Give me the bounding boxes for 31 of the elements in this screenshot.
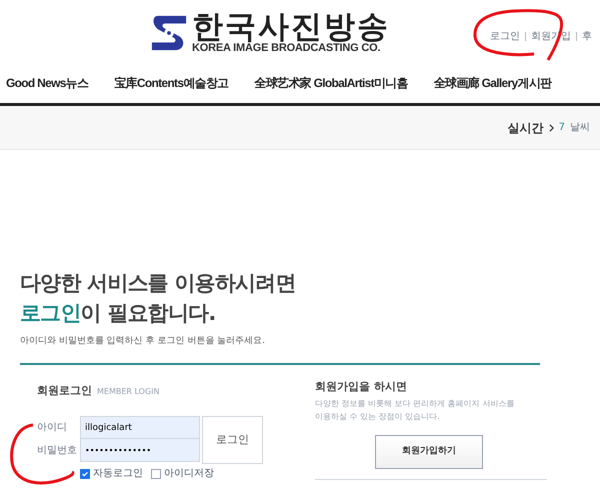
top-link[interactable]: 후 — [582, 29, 592, 44]
chevron-icon — [548, 124, 554, 132]
password-label: 비밀번호 — [37, 444, 78, 458]
divider — [576, 32, 577, 41]
signup-button[interactable]: 회원가입하기 — [375, 435, 483, 469]
top-link[interactable]: 로그인 — [490, 29, 520, 44]
ticker-count: 7 — [558, 121, 565, 135]
login-button[interactable]: 로그인 — [202, 416, 263, 464]
checkbox[interactable] — [80, 468, 90, 478]
login-subtitle: MEMBER LOGIN — [97, 386, 160, 398]
signup-title: 회원가입을 하시면 — [315, 378, 408, 394]
intro-description: 아이디와 비밀번호를 입력하신 후 로그인 버튼을 눌러주세요. — [20, 335, 266, 348]
divider — [525, 32, 526, 41]
checkbox[interactable] — [151, 468, 161, 478]
login-title: 회원로그인 — [37, 382, 92, 398]
nav-item[interactable]: 全球画廊 Gallery게시판 — [434, 74, 552, 92]
nav-item[interactable]: 全球艺术家 GlobalArtist미니홈 — [254, 74, 408, 92]
id-label: 아이디 — [37, 421, 68, 435]
nav-item[interactable]: 宝库Contents예술창고 — [114, 74, 229, 92]
checkbox-label: 아이디저장 — [164, 467, 214, 481]
intro-heading: 로그인이 필요합니다. — [20, 300, 216, 327]
signup-description: 다양한 정보를 비롯해 보다 편리하게 홈페이지 서비스를 이용하실 수 있는 장점이 있습니다. — [315, 398, 516, 423]
ticker-text: 날씨 — [570, 121, 590, 135]
logo-english: KOREA IMAGE BROADCASTING CO. — [192, 42, 380, 54]
nav-item[interactable]: Good News뉴스 — [6, 74, 88, 92]
checkbox-label: 자동로그인 — [93, 467, 143, 481]
id-field[interactable]: illogicalart — [80, 416, 200, 439]
ticker-label: 실시간 — [508, 120, 544, 136]
password-field[interactable]: •••••••••••••• — [80, 439, 200, 462]
logo-korean: 한국사진방송 — [192, 12, 390, 42]
intro-heading: 다양한 서비스를 이용하시려면 — [20, 270, 297, 297]
